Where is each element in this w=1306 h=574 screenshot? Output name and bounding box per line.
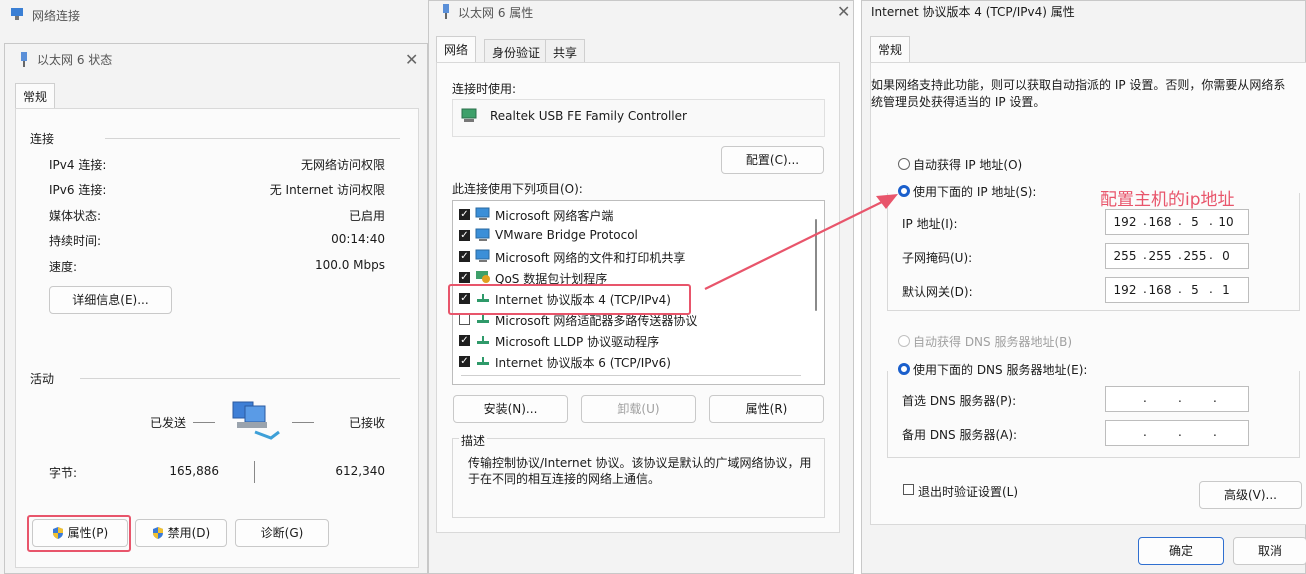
annotation-arrow (704, 194, 898, 290)
annotation-text: 配置主机的ip地址 (1100, 190, 1235, 210)
